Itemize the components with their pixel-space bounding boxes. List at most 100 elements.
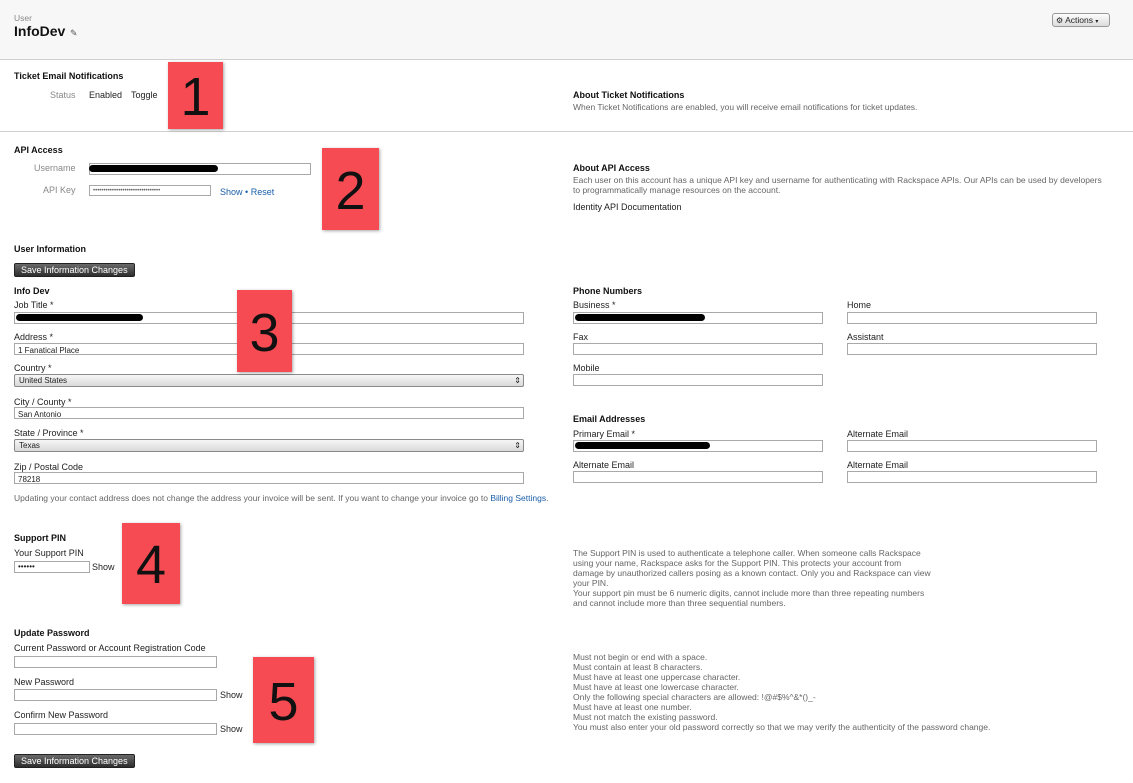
password-rule: Must contain at least 8 characters.	[573, 662, 703, 672]
job-title-label: Job Title *	[14, 300, 54, 310]
redaction	[575, 442, 710, 449]
support-pin-desc-line: damage by unauthorized callers posing as…	[573, 568, 931, 578]
support-pin-desc-line: Your support pin must be 6 numeric digit…	[573, 588, 925, 598]
support-pin-desc-line: your PIN.	[573, 578, 609, 588]
support-pin-title: Support PIN	[14, 533, 66, 543]
password-rule: Only the following special characters ar…	[573, 692, 816, 702]
current-password-label: Current Password or Account Registration…	[14, 643, 206, 653]
alternate-email-field[interactable]	[573, 471, 823, 483]
actions-button[interactable]: ⚙ Actions ▾	[1052, 13, 1110, 27]
address-note-end: .	[546, 493, 549, 503]
divider	[0, 131, 1133, 132]
save-password-button[interactable]: Save Information Changes	[14, 754, 135, 768]
phone-numbers-title: Phone Numbers	[573, 286, 643, 296]
fax-field[interactable]	[573, 343, 823, 355]
save-information-button[interactable]: Save Information Changes	[14, 263, 135, 277]
api-access-title: API Access	[14, 145, 63, 155]
password-rule: Must not begin or end with a space.	[573, 652, 708, 662]
zip-field[interactable]: 78218	[14, 472, 524, 484]
toggle-link[interactable]: Toggle	[131, 90, 158, 100]
about-api-text: Each user on this account has a unique A…	[573, 175, 1102, 195]
redaction	[575, 314, 705, 321]
address-note-text: Updating your contact address does not c…	[14, 493, 488, 503]
password-rule: Must have at least one number.	[573, 702, 692, 712]
state-label: State / Province *	[14, 428, 84, 438]
state-value: Texas	[19, 441, 40, 450]
primary-email-label: Primary Email *	[573, 429, 636, 439]
page-title: InfoDev	[14, 23, 66, 39]
password-rules: Must not begin or end with a space. Must…	[573, 652, 1113, 732]
home-phone-field[interactable]	[847, 312, 1097, 324]
select-arrows-icon: ⇕	[514, 441, 521, 450]
about-ticket-text: When Ticket Notifications are enabled, y…	[573, 102, 918, 112]
api-key-label-text: API Key	[43, 185, 76, 195]
alternate-email-label: Alternate Email	[573, 460, 635, 470]
mobile-phone-field[interactable]	[573, 374, 823, 386]
annotation-badge-2: 2	[322, 148, 379, 230]
actions-label: Actions	[1065, 15, 1093, 25]
about-ticket-title: About Ticket Notifications	[573, 90, 685, 100]
show-support-pin-link[interactable]: Show	[92, 562, 115, 572]
show-new-password-link[interactable]: Show	[220, 690, 243, 700]
link-separator: •	[245, 187, 249, 197]
address-label: Address *	[14, 332, 54, 342]
country-select[interactable]: United States ⇕	[14, 374, 524, 387]
pencil-icon[interactable]: ✎	[70, 28, 78, 39]
new-password-field[interactable]	[14, 689, 217, 701]
alternate-email-label: Alternate Email	[847, 429, 909, 439]
home-phone-label: Home	[847, 300, 872, 310]
page-header	[0, 0, 1133, 60]
show-confirm-password-link[interactable]: Show	[220, 724, 243, 734]
assistant-phone-label: Assistant	[847, 332, 884, 342]
page-eyebrow: User	[14, 13, 32, 23]
city-label: City / County *	[14, 397, 72, 407]
annotation-badge-5: 5	[253, 657, 314, 743]
billing-settings-link[interactable]: Billing Settings	[490, 493, 546, 503]
alternate-email-field[interactable]	[847, 471, 1097, 483]
password-rule: You must also enter your old password co…	[573, 722, 991, 732]
select-arrows-icon: ⇕	[514, 376, 521, 385]
country-value: United States	[19, 376, 68, 385]
country-label: Country *	[14, 363, 52, 373]
about-api-title: About API Access	[573, 163, 650, 173]
annotation-badge-3: 3	[237, 290, 292, 372]
support-pin-desc-line: and cannot include more than three seque…	[573, 598, 786, 608]
address-note: Updating your contact address does not c…	[14, 493, 554, 503]
mobile-phone-label: Mobile	[573, 363, 600, 373]
annotation-badge-4: 4	[122, 523, 180, 604]
reset-api-key-link[interactable]: Reset	[251, 187, 275, 197]
support-pin-label: Your Support PIN	[14, 548, 84, 558]
redaction	[16, 314, 143, 321]
new-password-label: New Password	[14, 677, 75, 687]
ticket-notifications-title: Ticket Email Notifications	[14, 71, 124, 81]
current-password-field[interactable]	[14, 656, 217, 668]
alternate-email-label: Alternate Email	[847, 460, 909, 470]
confirm-password-field[interactable]	[14, 723, 217, 735]
contact-name-heading: Info Dev	[14, 286, 50, 296]
redaction	[89, 165, 218, 172]
gear-icon: ⚙	[1056, 16, 1064, 25]
caret-down-icon: ▾	[1095, 19, 1099, 25]
support-pin-desc-line: using your name, Rackspace asks for the …	[573, 558, 902, 568]
api-key-actions: Show • Reset	[220, 187, 274, 197]
password-rule: Must not match the existing password.	[573, 712, 718, 722]
password-rule: Must have at least one uppercase charact…	[573, 672, 741, 682]
support-pin-description: The Support PIN is used to authenticate …	[573, 548, 973, 608]
state-select[interactable]: Texas ⇕	[14, 439, 524, 452]
identity-api-doc-link[interactable]: Identity API Documentation	[573, 202, 682, 212]
assistant-phone-field[interactable]	[847, 343, 1097, 355]
zip-label: Zip / Postal Code	[14, 462, 84, 472]
update-password-title: Update Password	[14, 628, 90, 638]
username-label: Username	[34, 163, 76, 173]
support-pin-field[interactable]: ••••••	[14, 561, 90, 573]
confirm-password-label: Confirm New Password	[14, 710, 109, 720]
status-label: Status	[50, 90, 76, 100]
status-value: Enabled	[89, 90, 123, 100]
city-field[interactable]: San Antonio	[14, 407, 524, 419]
business-phone-label: Business *	[573, 300, 616, 310]
alternate-email-field[interactable]	[847, 440, 1097, 452]
user-info-title: User Information	[14, 244, 87, 254]
show-api-key-link[interactable]: Show	[220, 187, 243, 197]
api-key-field[interactable]: ••••••••••••••••••••••••••••••••	[89, 185, 211, 196]
annotation-badge-1: 1	[168, 62, 223, 129]
